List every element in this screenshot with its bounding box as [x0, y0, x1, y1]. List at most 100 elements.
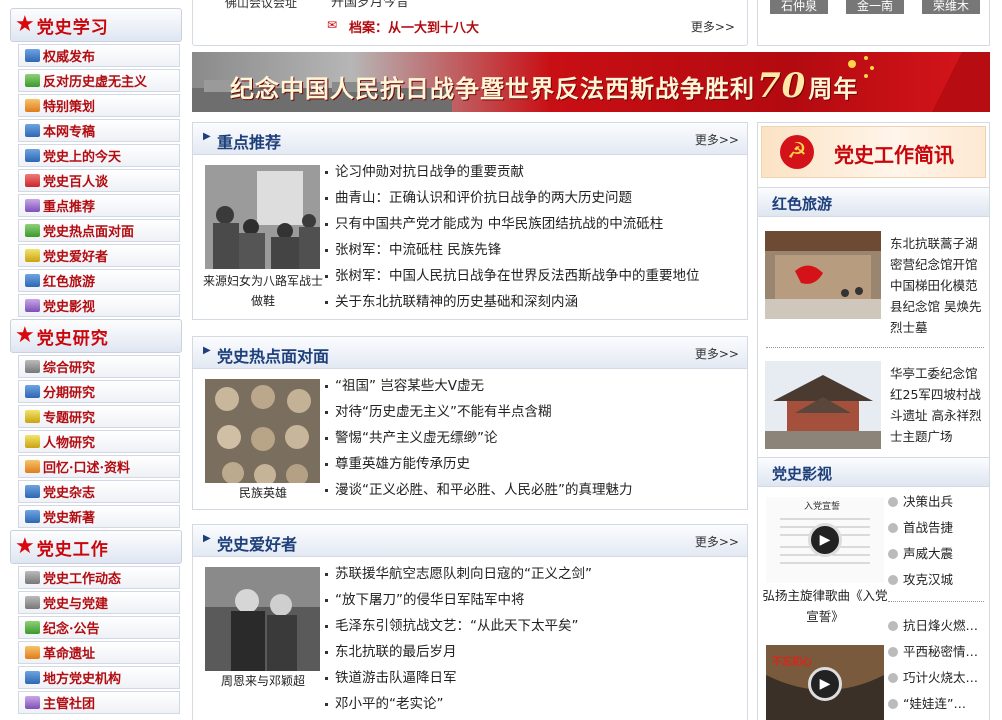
video-title-text: 不忘初心 [772, 655, 812, 668]
photo-placeholder [205, 379, 320, 483]
video-thumbnail[interactable]: 入党宣誓 ▶ [766, 497, 884, 583]
tour-text[interactable]: 华亭工委纪念馆 红25军四坡村战斗遗址 高永祥烈士主题广场 [890, 363, 986, 447]
section-title: 党史影视 [772, 465, 833, 483]
nav-item-journal[interactable]: 党史杂志 [18, 480, 180, 503]
more-link[interactable]: 更多>> [695, 533, 739, 550]
film-item[interactable]: 巧计火烧太… [888, 665, 978, 691]
list-item[interactable]: 关于东北抗联精神的历史基础和深刻内涵 [323, 289, 700, 315]
nav-item-films[interactable]: 党史影视 [18, 294, 180, 317]
play-icon[interactable]: ▶ [808, 523, 842, 557]
list-item[interactable]: 尊重英雄方能传承历史 [323, 451, 633, 477]
arrow-icon: ▶ [203, 345, 211, 356]
film-item[interactable]: 平西秘密情… [888, 639, 978, 665]
nav-item-societies[interactable]: 主管社团 [18, 691, 180, 714]
list-item[interactable]: “放下屠刀”的侵华日军陆军中将 [323, 587, 592, 613]
hotspot-box: ▶ 党史热点面对面 更多>> 民族英雄 “祖国” 岂容某些大V虚无 对待“历史虚… [192, 336, 748, 510]
red-tour-header: 红色旅游 [758, 187, 989, 217]
more-link[interactable]: 更多>> [695, 131, 739, 148]
nav-item-general-research[interactable]: 综合研究 [18, 355, 180, 378]
nav-icon [25, 571, 40, 584]
nav-item-topic-research[interactable]: 专题研究 [18, 405, 180, 428]
more-link[interactable]: 更多>> [691, 18, 735, 35]
nav-item-period-research[interactable]: 分期研究 [18, 380, 180, 403]
list-item[interactable]: “祖国” 岂容某些大V虚无 [323, 373, 633, 399]
divider [888, 601, 984, 602]
nav-item-special[interactable]: 特别策划 [18, 94, 180, 117]
video-title-text: 入党宣誓 [804, 500, 840, 512]
archive-link[interactable]: 档案：从一大到十八大 [349, 17, 479, 36]
nav-icon [25, 360, 40, 373]
video-thumbnail[interactable]: 不忘初心 ▶ [766, 645, 884, 720]
expert-box: 石仲泉 金一南 荣维木 [757, 0, 990, 46]
more-link[interactable]: 更多>> [695, 345, 739, 362]
nav-item-fans[interactable]: 党史爱好者 [18, 244, 180, 267]
nav-item-today[interactable]: 党史上的今天 [18, 144, 180, 167]
nav-item-red-tour[interactable]: 红色旅游 [18, 269, 180, 292]
nav-item-label: 党史杂志 [43, 486, 96, 501]
list-item[interactable]: 警惕“共产主义虚无缥缈”论 [323, 425, 633, 451]
film-item[interactable]: 抗日烽火燃… [888, 613, 978, 639]
list-item[interactable]: 邓小平的“老实论” [323, 691, 592, 717]
nav-item-label: 分期研究 [43, 386, 96, 401]
nav-item-label: 党史新著 [43, 511, 96, 526]
nav-item-sites[interactable]: 革命遗址 [18, 641, 180, 664]
film-item[interactable]: 攻克汉城 [888, 567, 953, 593]
work-brief-banner[interactable]: ☭ 党史工作简讯 [761, 126, 986, 178]
photo-placeholder [205, 165, 320, 269]
nav-item-new-books[interactable]: 党史新著 [18, 505, 180, 528]
nav-item-party-building[interactable]: 党史与党建 [18, 591, 180, 614]
nav-item-hundred-talks[interactable]: 党史百人谈 [18, 169, 180, 192]
nav-item-label: 党史爱好者 [43, 250, 109, 265]
featured-box: ▶ 重点推荐 更多>> 来源妇女为八路军战士做鞋 论习仲勋对抗日战争的重要贡献 … [192, 122, 748, 320]
list-item[interactable]: 对待“历史虚无主义”不能有半点含糊 [323, 399, 633, 425]
nav-item-recommend[interactable]: 重点推荐 [18, 194, 180, 217]
film-item[interactable]: 决策出兵 [888, 489, 953, 515]
box-header: ▶ 党史热点面对面 更多>> [193, 337, 747, 369]
film-item[interactable]: “娃娃连”… [888, 691, 978, 717]
list-item[interactable]: 漫谈“正义必胜、和平必胜、人民必胜”的真理魅力 [323, 477, 633, 503]
page: ★ 党史学习 权威发布 反对历史虚无主义 特别策划 本网专稿 党史上的今天 党史… [0, 0, 1002, 720]
list-item[interactable]: 东北抗联的最后岁月 [323, 639, 592, 665]
list-item[interactable]: 张树军：中流砥柱 民族先锋 [323, 237, 700, 263]
nav-item-work-news[interactable]: 党史工作动态 [18, 566, 180, 589]
tour-photo[interactable] [765, 361, 881, 449]
nav-item-label: 党史与党建 [43, 597, 109, 612]
partial-list-item[interactable]: 开国岁月今昔 [331, 0, 409, 10]
expert-button[interactable]: 石仲泉 [770, 0, 828, 14]
nav-item-original[interactable]: 本网专稿 [18, 119, 180, 142]
nav-item-label: 重点推荐 [43, 200, 96, 215]
film-item[interactable]: 首战告捷 [888, 515, 953, 541]
list-item[interactable]: 铁道游击队逼降日军 [323, 665, 592, 691]
nav-item-person-research[interactable]: 人物研究 [18, 430, 180, 453]
list-item[interactable]: 曲青山：正确认识和评价抗日战争的两大历史问题 [323, 185, 700, 211]
nav-icon [25, 385, 40, 398]
heroes-photo[interactable] [205, 379, 320, 483]
list-item[interactable]: 张树军：中国人民抗日战争在世界反法西斯战争中的重要地位 [323, 263, 700, 289]
nav-item-authority[interactable]: 权威发布 [18, 44, 180, 67]
nav-item-local-org[interactable]: 地方党史机构 [18, 666, 180, 689]
anniversary-banner[interactable]: 纪念中国人民抗日战争暨世界反法西斯战争胜利70周年 [192, 52, 990, 112]
list-item[interactable]: 毛泽东引领抗战文艺：“从此天下太平矣” [323, 613, 592, 639]
nav-item-notice[interactable]: 纪念·公告 [18, 616, 180, 639]
tour-text[interactable]: 东北抗联蒿子湖密营纪念馆开馆 中国梯田化模范县纪念馆 吴焕先烈士墓 [890, 233, 986, 338]
play-icon[interactable]: ▶ [808, 667, 842, 701]
list-item[interactable]: 苏联援华航空志愿队刺向日寇的“正义之剑” [323, 561, 592, 587]
list-item[interactable]: 论习仲勋对抗日战争的重要贡献 [323, 159, 700, 185]
featured-photo[interactable] [205, 165, 320, 269]
nav-section-title: 党史工作 [36, 539, 109, 560]
expert-button[interactable]: 荣维木 [922, 0, 980, 14]
expert-button[interactable]: 金一南 [846, 0, 904, 14]
nav-icon [25, 149, 40, 162]
zhou-photo[interactable] [205, 567, 320, 671]
banner-title-text: 纪念中国人民抗日战争暨世界反法西斯战争胜利 [230, 74, 755, 103]
nav-item-label: 革命遗址 [43, 647, 96, 662]
video-caption[interactable]: 弘扬主旋律歌曲《入党宣誓》 [762, 585, 888, 627]
nav-item-anti-nihilism[interactable]: 反对历史虚无主义 [18, 69, 180, 92]
nav-item-memoirs[interactable]: 回忆·口述·资料 [18, 455, 180, 478]
nav-icon [25, 49, 40, 62]
tour-photo[interactable] [765, 231, 881, 319]
list-item[interactable]: 只有中国共产党才能成为 中华民族团结抗战的中流砥柱 [323, 211, 700, 237]
nav-item-label: 纪念·公告 [43, 622, 100, 637]
film-item[interactable]: 声威大震 [888, 541, 953, 567]
nav-item-hotspot[interactable]: 党史热点面对面 [18, 219, 180, 242]
